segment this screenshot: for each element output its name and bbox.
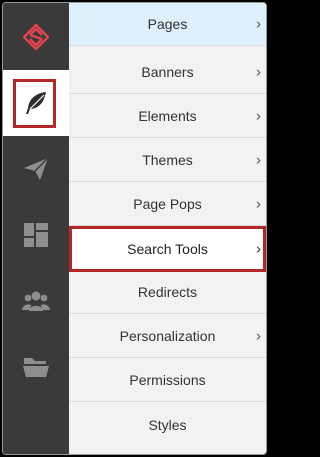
menu-item-elements[interactable]: Elements › <box>69 95 266 138</box>
menu-item-label: Pages <box>147 16 188 32</box>
chevron-right-icon: › <box>256 63 261 81</box>
menu-item-label: Elements <box>138 108 197 124</box>
menu-item-label: Banners <box>141 64 194 80</box>
app-frame: Pages › Banners › Elements › Themes › Pa… <box>2 2 267 455</box>
rail-item-content[interactable] <box>3 70 69 136</box>
menu-item-label: Redirects <box>137 284 198 300</box>
chevron-right-icon: › <box>256 327 261 345</box>
menu-item-themes[interactable]: Themes › <box>69 139 266 182</box>
paper-plane-icon <box>24 157 49 180</box>
menu-item-label: Styles <box>148 416 187 433</box>
rail-item-layout[interactable] <box>3 202 69 268</box>
dashboard-layout-icon <box>24 223 48 247</box>
menu-item-pages[interactable]: Pages › <box>69 3 266 46</box>
menu-item-page-pops[interactable]: Page Pops › <box>69 183 266 226</box>
active-highlight-box <box>13 79 56 128</box>
chevron-right-icon: › <box>256 240 261 258</box>
users-group-icon <box>22 291 50 311</box>
menu-item-search-tools[interactable]: Search Tools › <box>69 226 266 272</box>
menu-item-permissions[interactable]: Permissions <box>69 359 266 402</box>
folder-icon <box>23 358 49 377</box>
chevron-right-icon: › <box>256 15 261 33</box>
rail-item-users[interactable] <box>3 268 69 334</box>
submenu-panel: Pages › Banners › Elements › Themes › Pa… <box>69 3 266 454</box>
menu-item-label: Themes <box>142 152 193 168</box>
menu-item-label: Search Tools <box>127 241 208 257</box>
chevron-right-icon: › <box>256 151 261 169</box>
menu-item-personalization[interactable]: Personalization › <box>69 315 266 358</box>
rail-item-files[interactable] <box>3 334 69 400</box>
brand-logo-icon <box>22 23 50 50</box>
rail-item-send[interactable] <box>3 136 69 202</box>
menu-item-banners[interactable]: Banners › <box>69 51 266 94</box>
chevron-right-icon: › <box>256 195 261 213</box>
menu-item-redirects[interactable]: Redirects <box>69 271 266 314</box>
chevron-right-icon: › <box>256 107 261 125</box>
rail-item-logo[interactable] <box>3 3 69 70</box>
menu-item-label: Personalization <box>119 328 216 344</box>
menu-item-styles[interactable]: Styles <box>69 403 266 446</box>
sidebar-rail <box>3 3 69 454</box>
menu-item-label: Permissions <box>129 372 206 388</box>
menu-item-label: Page Pops <box>133 196 202 212</box>
